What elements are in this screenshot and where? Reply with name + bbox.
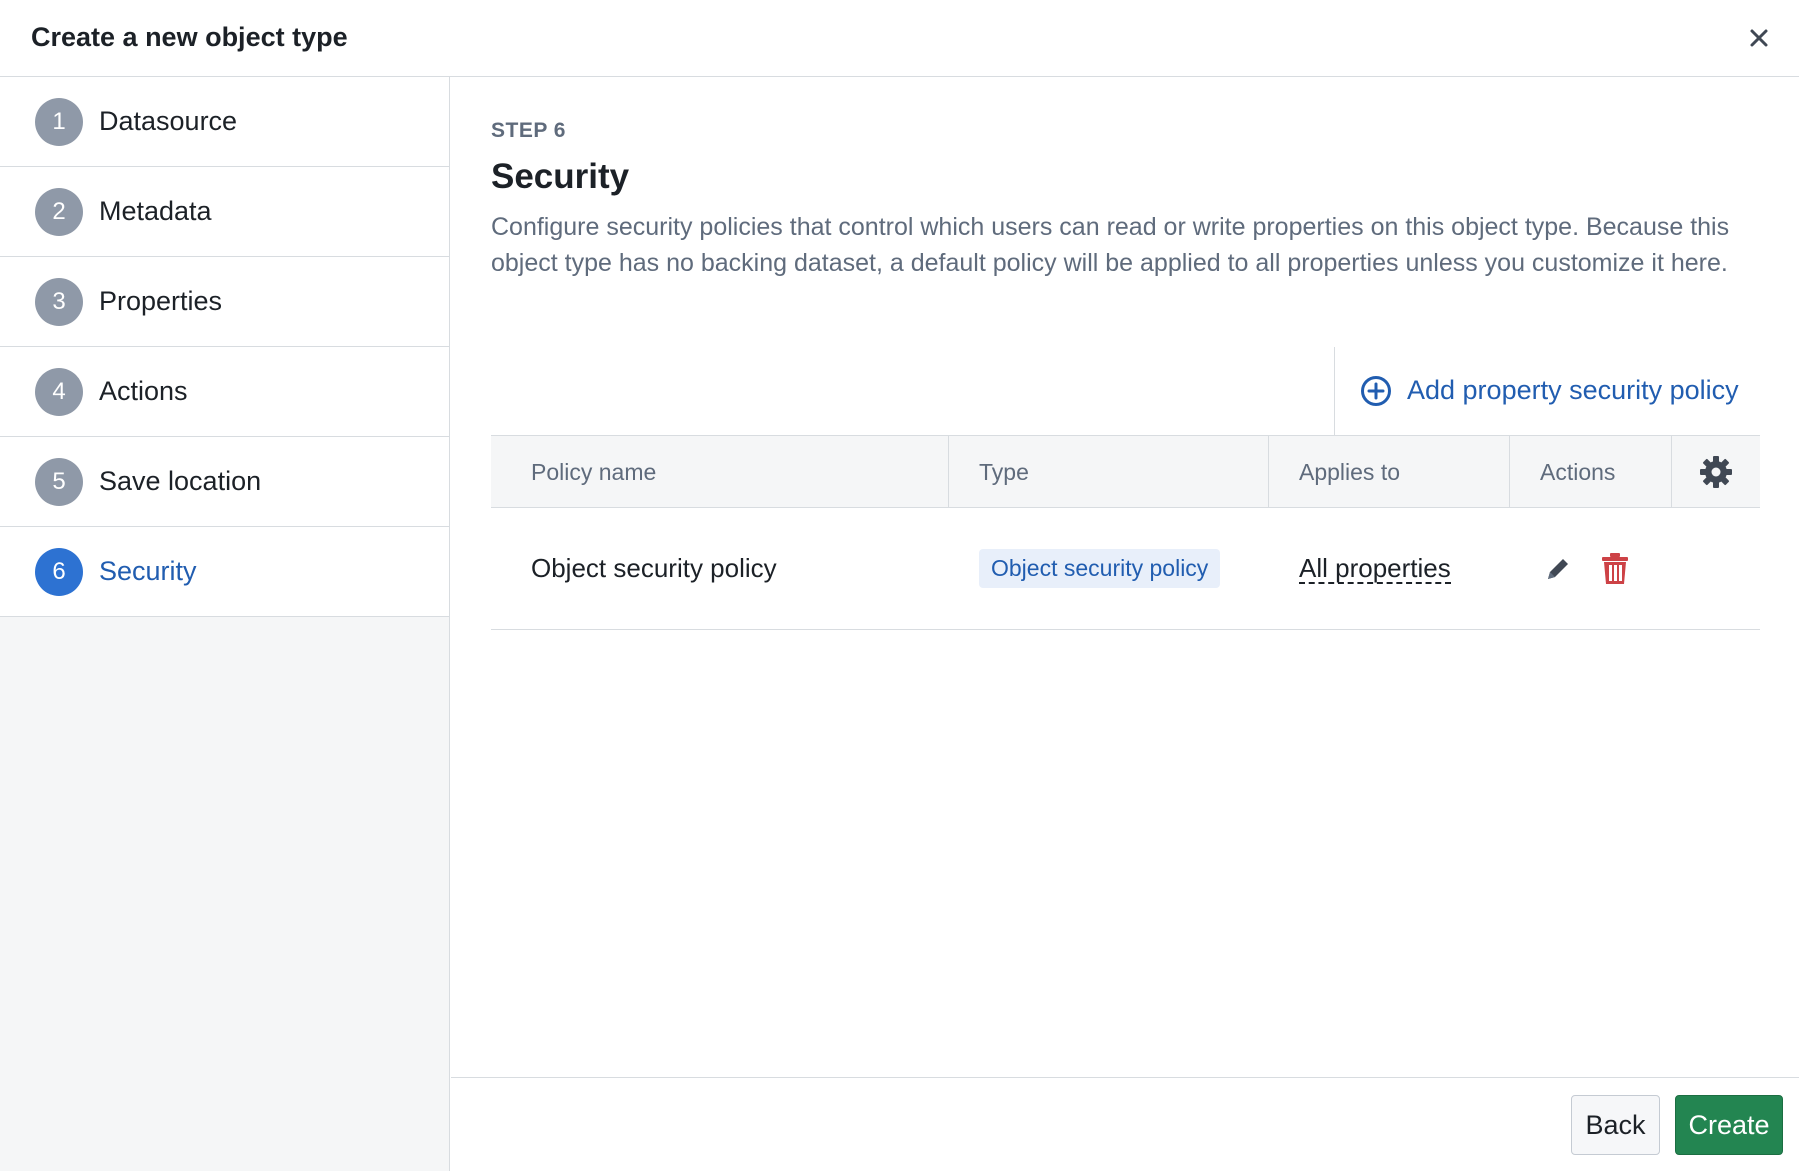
step-number: 5 [35, 457, 83, 506]
dialog-header: Create a new object type [0, 0, 1799, 77]
dialog-footer: Back Create [451, 1077, 1799, 1171]
step-label: Datasource [99, 106, 238, 136]
applies-to-link[interactable]: All properties [1299, 554, 1451, 584]
table-header: Policy name Type Applies to Actions [491, 435, 1760, 508]
add-policy-label: Add property security policy [1407, 375, 1739, 405]
step-properties[interactable]: 3 Properties [0, 257, 449, 347]
actions-cell [1540, 508, 1633, 629]
add-property-security-policy-button[interactable]: Add property security policy [1334, 347, 1764, 435]
step-number: 1 [35, 97, 83, 146]
step-number: 2 [35, 187, 83, 236]
policy-type-cell: Object security policy [979, 508, 1221, 629]
step-number: 4 [35, 367, 83, 416]
dialog-title: Create a new object type [31, 22, 348, 52]
table-settings-button[interactable] [1672, 436, 1760, 508]
plus-circle-icon [1361, 376, 1391, 406]
step-datasource[interactable]: 1 Datasource [0, 77, 449, 167]
step-save-location[interactable]: 5 Save location [0, 437, 449, 527]
back-button[interactable]: Back [1571, 1095, 1660, 1155]
step-security[interactable]: 6 Security [0, 527, 449, 617]
trash-icon [1602, 552, 1628, 584]
step-metadata[interactable]: 2 Metadata [0, 167, 449, 257]
step-label: Actions [99, 376, 188, 406]
delete-policy-button[interactable] [1597, 551, 1633, 587]
column-header-type: Type [949, 436, 1269, 508]
column-header-policy-name: Policy name [491, 436, 949, 508]
close-icon [1750, 29, 1768, 47]
step-number: 3 [35, 277, 83, 326]
column-header-actions: Actions [1510, 436, 1672, 508]
close-button[interactable] [1739, 18, 1779, 58]
page-title: Security [491, 157, 630, 196]
step-description: Configure security policies that control… [491, 213, 1730, 277]
create-button[interactable]: Create [1675, 1095, 1783, 1155]
gear-icon [1700, 456, 1732, 488]
step-number: 6 [35, 547, 83, 596]
steps-sidebar: 1 Datasource 2 Metadata 3 Properties 4 A… [0, 77, 450, 1171]
applies-to-cell: All properties [1299, 508, 1451, 629]
table-row: Object security policy Object security p… [491, 508, 1760, 630]
edit-policy-button[interactable] [1540, 551, 1576, 587]
pencil-icon [1548, 558, 1568, 579]
step-label: Security [99, 556, 197, 586]
step-label: Properties [99, 286, 223, 316]
step-label: Save location [99, 466, 262, 496]
create-object-type-dialog: Create a new object type 1 Datasource 2 … [0, 0, 1799, 1171]
step-kicker: STEP 6 [491, 119, 566, 142]
policy-type-tag: Object security policy [979, 549, 1221, 588]
step-content: STEP 6 Security Configure security polic… [451, 77, 1799, 1077]
policy-name-cell: Object security policy [531, 553, 777, 583]
step-label: Metadata [99, 196, 212, 226]
policy-table: Policy name Type Applies to Actions Obje… [491, 435, 1760, 630]
column-header-applies-to: Applies to [1269, 436, 1510, 508]
step-actions[interactable]: 4 Actions [0, 347, 449, 437]
